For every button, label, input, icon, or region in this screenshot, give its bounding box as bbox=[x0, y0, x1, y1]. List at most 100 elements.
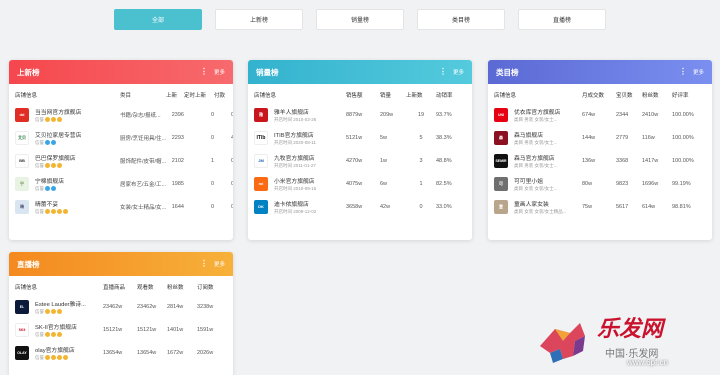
shop-sub: 信誉 bbox=[35, 116, 44, 122]
live-card: 直播榜 ⋮ 更多 店铺信息 直播商品 观看数 粉丝数 订阅数 EL Estee La… bbox=[9, 252, 233, 375]
shop-name[interactable]: 可可里小姐 bbox=[514, 176, 558, 185]
value: 3238w bbox=[197, 303, 214, 310]
table-row[interactable]: UNI 优衣库官方旗舰店 类目 男装 女装/女士... 674w 2344 2410… bbox=[488, 103, 712, 126]
card-title: 销量榜 bbox=[256, 67, 279, 77]
table-row[interactable]: EL Estee Lauder雅诗... 信誉 23462w 23462w 2814… bbox=[9, 295, 233, 318]
value: 1401w bbox=[167, 326, 184, 333]
more-button[interactable]: ⋮ 更多 bbox=[199, 259, 225, 269]
tab-category[interactable]: 类目榜 bbox=[417, 9, 505, 30]
table-row[interactable]: 晴晴蕾不妥 信誉 女装/女士精品/女... 1644 0 0 bbox=[9, 195, 233, 218]
value: 2779 bbox=[616, 134, 629, 141]
shop-name[interactable]: 雅羊人旗舰店 bbox=[274, 107, 316, 116]
card-header: 上新榜 ⋮ 更多 bbox=[9, 60, 233, 84]
table-row[interactable]: 森森马旗舰店 类目 男装 女装/女士... 144w 2779 116w 100.… bbox=[488, 126, 712, 149]
more-button[interactable]: ⋮ 更多 bbox=[439, 68, 464, 77]
value: 38.3% bbox=[436, 134, 452, 141]
rating-icon bbox=[57, 355, 62, 360]
table-row[interactable]: dd 当当网官方旗舰店 信誉 书籍/杂志/报纸... 2396 0 0 bbox=[9, 103, 233, 126]
table-row[interactable]: OLAY olay官方旗舰店 信誉 13654w 13654w 1672w 2026… bbox=[9, 341, 233, 364]
table-row[interactable]: 雅雅羊人旗舰店 开店时间 2010-03-26 8879w 209w 19 93.… bbox=[248, 103, 472, 126]
shop-name[interactable]: olay官方旗舰店 bbox=[35, 345, 75, 354]
table-row[interactable]: 艾贝 艾贝拉家居专营店 信誉 厨房/烹饪用具/住... 2293 0 4 bbox=[9, 126, 233, 149]
shop-sub: 信誉 bbox=[35, 308, 44, 314]
more-label: 更多 bbox=[213, 70, 225, 76]
value: 2293 bbox=[171, 134, 184, 141]
value: 8879w bbox=[346, 111, 363, 118]
value: 1985 bbox=[171, 180, 184, 187]
more-button[interactable]: ⋮ 更多 bbox=[200, 68, 225, 77]
rating-icon bbox=[57, 309, 62, 314]
card-title: 类目榜 bbox=[496, 67, 519, 77]
shop-name[interactable]: SK-II官方旗舰店 bbox=[35, 322, 77, 331]
shop-logo-icon: 森 bbox=[494, 130, 508, 145]
shop-name[interactable]: Estee Lauder雅诗... bbox=[35, 299, 86, 308]
dangdang-logo-icon: dd bbox=[15, 107, 29, 122]
table-row[interactable]: SKII SK-II官方旗舰店 信誉 15121w 15121w 1401w 159… bbox=[9, 318, 233, 341]
rating-icon bbox=[51, 355, 56, 360]
value: 2344 bbox=[616, 111, 629, 118]
watermark-url: www.6pf.cn bbox=[627, 358, 668, 367]
shop-name[interactable]: 森马旗舰店 bbox=[514, 130, 558, 139]
col-header: 月成交数 bbox=[582, 93, 605, 99]
shop-name[interactable]: 童画人家女装 bbox=[514, 199, 567, 208]
table-row[interactable]: mi 小米官方旗舰店 开店时间 2010-09-15 4075w 6w 1 82.5… bbox=[248, 172, 472, 195]
col-header: 动销率 bbox=[436, 93, 453, 99]
table-row[interactable]: DK 迪卡侬旗舰店 开店时间 2009-12-02 3658w 42w 0 33.0… bbox=[248, 195, 472, 218]
shop-name[interactable]: 优衣库官方旗舰店 bbox=[514, 107, 560, 116]
more-dots-icon: ⋮ bbox=[199, 259, 208, 268]
table-row[interactable]: SEMIR 森马官方旗舰店 类目 男装 女装/女士... 136w 3368 141… bbox=[488, 149, 712, 172]
shop-name[interactable]: 小米官方旗舰店 bbox=[274, 176, 316, 185]
value: 0 bbox=[210, 134, 214, 141]
rating-icon bbox=[51, 186, 56, 191]
value: 42w bbox=[380, 203, 391, 210]
table-row[interactable]: 宁宁棉旗舰店 信誉 居家布艺/五金/工... 1985 0 0 bbox=[9, 172, 233, 195]
value: 3368 bbox=[616, 157, 629, 164]
rating-icon bbox=[51, 163, 56, 168]
value: 98.81% bbox=[672, 203, 691, 210]
value: 1696w bbox=[642, 180, 659, 187]
shop-name[interactable]: ITIB官方旗舰店 bbox=[274, 130, 316, 139]
shop-name[interactable]: 宁棉旗舰店 bbox=[35, 176, 64, 185]
mi-logo-icon: mi bbox=[254, 176, 268, 191]
shop-name[interactable]: 晴蕾不妥 bbox=[35, 199, 68, 208]
value: 5617 bbox=[616, 203, 629, 210]
shop-category: 类目 男装 女装/女士... bbox=[514, 162, 558, 168]
tab-new-listings[interactable]: 上新榜 bbox=[215, 9, 303, 30]
col-header: 粉丝数 bbox=[167, 285, 184, 291]
table-row[interactable]: BB 巴巴保罗旗舰店 信誉 服饰配件/皮带/帽... 2102 1 0 bbox=[9, 149, 233, 172]
shop-name[interactable]: 艾贝拉家居专营店 bbox=[35, 130, 81, 139]
col-header: 直播商品 bbox=[103, 285, 126, 291]
value: 82.5% bbox=[436, 180, 452, 187]
rating-icon bbox=[45, 186, 50, 191]
shop-open-date: 开店时间 2020-08-11 bbox=[274, 139, 316, 145]
rating-icon bbox=[57, 209, 62, 214]
table-row[interactable]: JM 九牧官方旗舰店 开店时间 2011-01-27 4270w 1w 3 48.8… bbox=[248, 149, 472, 172]
new-listings-card: 上新榜 ⋮ 更多 店铺信息 类目 上新 定时上新 付款 dd 当当网官方旗舰店 信誉 … bbox=[9, 60, 233, 240]
value: 100.00% bbox=[672, 111, 694, 118]
shop-name[interactable]: 迪卡侬旗舰店 bbox=[274, 199, 316, 208]
shop-name[interactable]: 森马官方旗舰店 bbox=[514, 153, 558, 162]
table-row[interactable]: 可可可里小姐 类目 女装 女装/女士... 80w 9823 1696w 99.1… bbox=[488, 172, 712, 195]
rating-icon bbox=[63, 209, 68, 214]
rating-icon bbox=[45, 332, 50, 337]
shop-sub: 信誉 bbox=[35, 331, 44, 337]
sk2-logo-icon: SKII bbox=[15, 322, 29, 337]
shop-name[interactable]: 九牧官方旗舰店 bbox=[274, 153, 316, 162]
more-button[interactable]: ⋮ 更多 bbox=[679, 68, 704, 77]
col-header: 店铺信息 bbox=[254, 93, 277, 99]
value: 100.00% bbox=[672, 157, 694, 164]
value: 48.8% bbox=[436, 157, 452, 164]
col-header: 店铺信息 bbox=[15, 285, 38, 291]
shop-sub: 信誉 bbox=[35, 208, 44, 214]
value: 1w bbox=[380, 157, 388, 164]
shop-name[interactable]: 当当网官方旗舰店 bbox=[35, 107, 81, 116]
tab-all[interactable]: 全部 bbox=[114, 9, 202, 30]
value: 116w bbox=[642, 134, 655, 141]
shop-name[interactable]: 巴巴保罗旗舰店 bbox=[35, 153, 76, 162]
tab-sales[interactable]: 销量榜 bbox=[316, 9, 404, 30]
tab-live[interactable]: 直播榜 bbox=[518, 9, 606, 30]
shop-sub: 信誉 bbox=[35, 185, 44, 191]
table-row[interactable]: 童童画人家女装 类目 女装 女装/女士精品... 75w 5617 614w 98… bbox=[488, 195, 712, 218]
col-header: 定时上新 bbox=[184, 93, 207, 99]
table-row[interactable]: ITIb ITIB官方旗舰店 开店时间 2020-08-11 5121w 5w 5 … bbox=[248, 126, 472, 149]
